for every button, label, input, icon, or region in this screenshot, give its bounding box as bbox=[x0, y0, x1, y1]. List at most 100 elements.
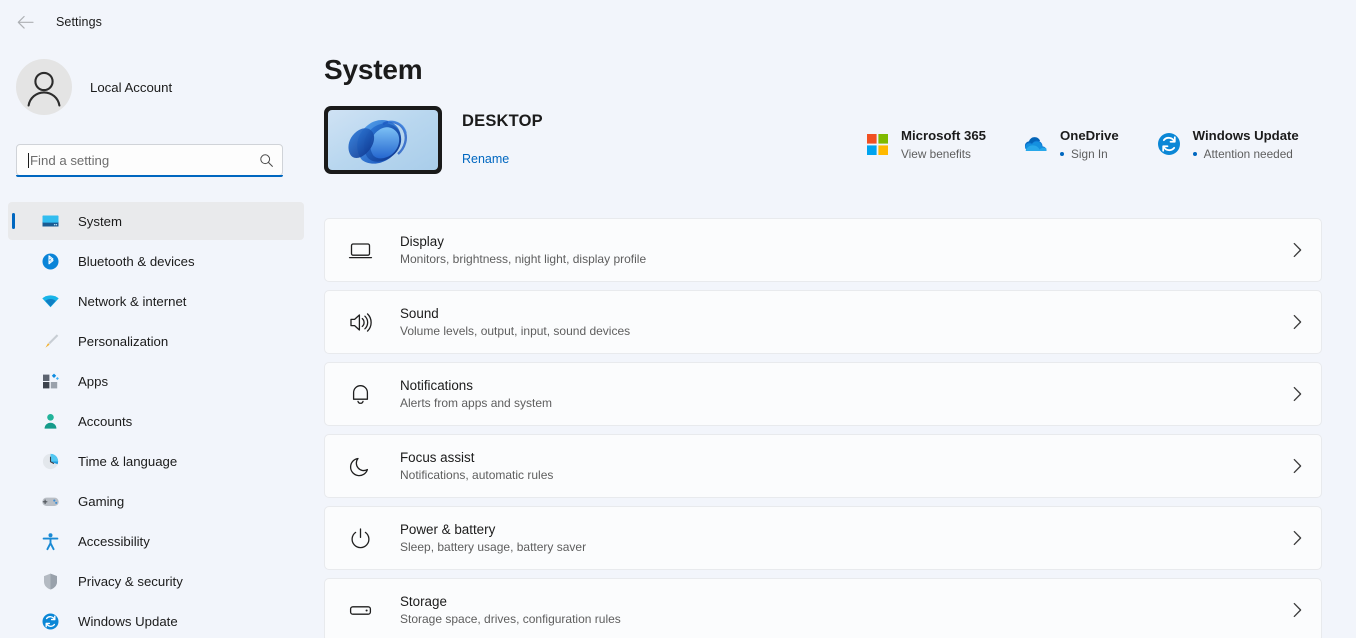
sidebar-item-bluetooth-devices[interactable]: Bluetooth & devices bbox=[8, 242, 304, 280]
search-placeholder: Find a setting bbox=[30, 153, 259, 168]
rename-link[interactable]: Rename bbox=[462, 152, 509, 166]
status-sub-label: Sign In bbox=[1071, 147, 1108, 161]
sidebar-item-label: Network & internet bbox=[78, 294, 186, 309]
chevron-right-icon bbox=[1292, 602, 1303, 618]
avatar bbox=[16, 59, 72, 115]
shield-icon bbox=[40, 571, 60, 591]
status-title: Windows Update bbox=[1193, 128, 1299, 143]
sidebar-item-privacy-security[interactable]: Privacy & security bbox=[8, 562, 304, 600]
settings-row-subtitle: Storage space, drives, configuration rul… bbox=[400, 612, 1292, 626]
wifi-icon bbox=[40, 291, 60, 311]
sidebar-nav: System Bluetooth & devices bbox=[0, 202, 320, 638]
sidebar-item-label: Gaming bbox=[78, 494, 124, 509]
power-icon bbox=[347, 525, 373, 551]
settings-row-subtitle: Alerts from apps and system bbox=[400, 396, 1292, 410]
settings-row-title: Focus assist bbox=[400, 450, 1292, 465]
onedrive-cloud-icon bbox=[1024, 132, 1048, 156]
settings-row-storage[interactable]: Storage Storage space, drives, configura… bbox=[324, 578, 1322, 638]
sidebar-item-label: Privacy & security bbox=[78, 574, 183, 589]
account-name: Local Account bbox=[90, 80, 172, 95]
account-section[interactable]: Local Account bbox=[16, 59, 320, 115]
settings-row-sound[interactable]: Sound Volume levels, output, input, soun… bbox=[324, 290, 1322, 354]
sidebar-item-label: Windows Update bbox=[78, 614, 178, 629]
sidebar-item-label: Accessibility bbox=[78, 534, 150, 549]
status-dot bbox=[1060, 152, 1064, 156]
status-dot bbox=[1193, 152, 1197, 156]
status-title: OneDrive bbox=[1060, 128, 1119, 143]
apps-grid-icon bbox=[40, 371, 60, 391]
settings-row-notifications[interactable]: Notifications Alerts from apps and syste… bbox=[324, 362, 1322, 426]
sidebar-item-accessibility[interactable]: Accessibility bbox=[8, 522, 304, 560]
page-title: System bbox=[324, 54, 1356, 86]
chevron-right-icon bbox=[1292, 458, 1303, 474]
device-info: DESKTOP Rename bbox=[462, 106, 543, 168]
settings-row-text: Sound Volume levels, output, input, soun… bbox=[400, 306, 1292, 338]
search-icon bbox=[259, 153, 274, 168]
settings-row-text: Storage Storage space, drives, configura… bbox=[400, 594, 1292, 626]
settings-row-title: Power & battery bbox=[400, 522, 1292, 537]
clock-icon bbox=[40, 451, 60, 471]
status-subtitle: Sign In bbox=[1060, 147, 1119, 161]
settings-row-text: Display Monitors, brightness, night ligh… bbox=[400, 234, 1292, 266]
search-focus-underline bbox=[16, 175, 283, 177]
windows-update-icon bbox=[1157, 132, 1181, 156]
settings-row-focus-assist[interactable]: Focus assist Notifications, automatic ru… bbox=[324, 434, 1322, 498]
update-sync-icon bbox=[40, 611, 60, 631]
sidebar-item-network-internet[interactable]: Network & internet bbox=[8, 282, 304, 320]
app-title: Settings bbox=[56, 15, 102, 29]
sidebar-item-windows-update[interactable]: Windows Update bbox=[8, 602, 304, 638]
bluetooth-icon bbox=[40, 251, 60, 271]
sidebar-item-label: Personalization bbox=[78, 334, 168, 349]
back-button[interactable] bbox=[8, 6, 42, 38]
settings-row-text: Notifications Alerts from apps and syste… bbox=[400, 378, 1292, 410]
moon-icon bbox=[347, 453, 373, 479]
sidebar-item-time-language[interactable]: Time & language bbox=[8, 442, 304, 480]
status-item-windows-update[interactable]: Windows Update Attention needed bbox=[1157, 128, 1299, 161]
speaker-icon bbox=[347, 309, 373, 335]
monitor-outline-icon bbox=[347, 237, 373, 263]
status-text: OneDrive Sign In bbox=[1060, 128, 1119, 161]
status-subtitle: View benefits bbox=[901, 147, 986, 161]
settings-row-title: Storage bbox=[400, 594, 1292, 609]
accessibility-icon bbox=[40, 531, 60, 551]
sidebar-item-system[interactable]: System bbox=[8, 202, 304, 240]
settings-row-text: Focus assist Notifications, automatic ru… bbox=[400, 450, 1292, 482]
status-text: Microsoft 365 View benefits bbox=[901, 128, 986, 161]
sidebar-item-personalization[interactable]: Personalization bbox=[8, 322, 304, 360]
main-content: System bbox=[320, 0, 1356, 638]
sidebar-item-apps[interactable]: Apps bbox=[8, 362, 304, 400]
settings-row-subtitle: Notifications, automatic rules bbox=[400, 468, 1292, 482]
chevron-right-icon bbox=[1292, 314, 1303, 330]
drive-icon bbox=[347, 597, 373, 623]
sidebar-item-label: Bluetooth & devices bbox=[78, 254, 195, 269]
sidebar-item-label: Time & language bbox=[78, 454, 177, 469]
sidebar-item-accounts[interactable]: Accounts bbox=[8, 402, 304, 440]
settings-list: Display Monitors, brightness, night ligh… bbox=[324, 218, 1322, 638]
chevron-right-icon bbox=[1292, 530, 1303, 546]
device-thumbnail bbox=[324, 106, 442, 174]
settings-row-subtitle: Volume levels, output, input, sound devi… bbox=[400, 324, 1292, 338]
text-caret bbox=[28, 153, 29, 168]
back-arrow-icon bbox=[17, 15, 34, 30]
settings-row-power-battery[interactable]: Power & battery Sleep, battery usage, ba… bbox=[324, 506, 1322, 570]
settings-row-display[interactable]: Display Monitors, brightness, night ligh… bbox=[324, 218, 1322, 282]
settings-row-text: Power & battery Sleep, battery usage, ba… bbox=[400, 522, 1292, 554]
status-group: Microsoft 365 View benefits One bbox=[865, 128, 1337, 161]
search-input-wrapper[interactable]: Find a setting bbox=[16, 144, 283, 176]
microsoft-logo-icon bbox=[865, 132, 889, 156]
status-item-onedrive[interactable]: OneDrive Sign In bbox=[1024, 128, 1119, 161]
sidebar-item-label: Apps bbox=[78, 374, 108, 389]
sidebar-item-label: Accounts bbox=[78, 414, 132, 429]
settings-row-title: Notifications bbox=[400, 378, 1292, 393]
status-text: Windows Update Attention needed bbox=[1193, 128, 1299, 161]
search-input[interactable]: Find a setting bbox=[16, 144, 283, 176]
sidebar-item-gaming[interactable]: Gaming bbox=[8, 482, 304, 520]
monitor-icon bbox=[40, 211, 60, 231]
settings-row-subtitle: Sleep, battery usage, battery saver bbox=[400, 540, 1292, 554]
status-item-microsoft-365[interactable]: Microsoft 365 View benefits bbox=[865, 128, 986, 161]
person-icon bbox=[40, 411, 60, 431]
status-title: Microsoft 365 bbox=[901, 128, 986, 143]
paintbrush-icon bbox=[40, 331, 60, 351]
settings-row-title: Display bbox=[400, 234, 1292, 249]
bell-icon bbox=[347, 381, 373, 407]
